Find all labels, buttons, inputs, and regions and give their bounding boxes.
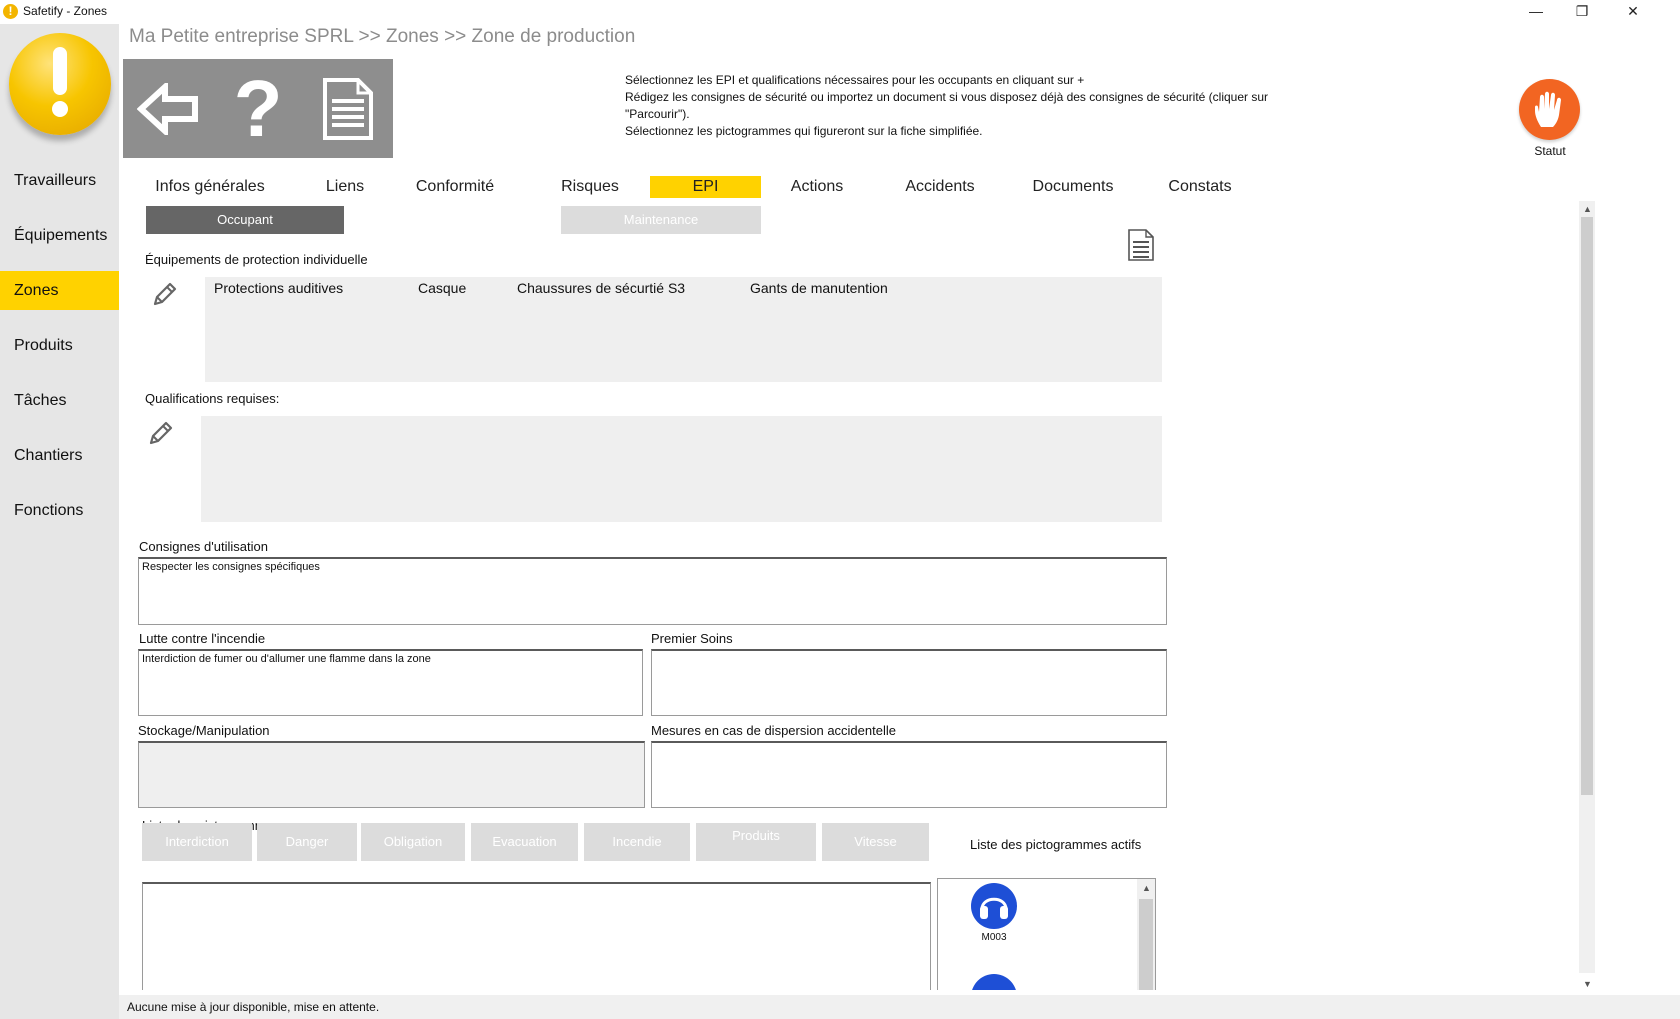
edit-qualifications-pencil-icon[interactable] (148, 420, 174, 446)
scroll-up-icon[interactable]: ▲ (1583, 204, 1592, 214)
question-mark-icon: ? (233, 63, 283, 153)
sidebar-item-fonctions[interactable]: Fonctions (0, 491, 119, 530)
stockage-textarea[interactable] (138, 741, 645, 808)
instruction-line: "Parcourir"). (625, 107, 690, 121)
breadcrumb: Ma Petite entreprise SPRL >> Zones >> Zo… (129, 26, 636, 47)
picto-category-evacuation[interactable]: Evacuation (471, 823, 578, 861)
subtab-occupant[interactable]: Occupant (146, 206, 344, 234)
window-title: Safetify - Zones (23, 4, 108, 18)
epi-item[interactable]: Casque (418, 280, 466, 296)
stockage-label: Stockage/Manipulation (138, 723, 270, 738)
hand-stop-icon (1534, 91, 1561, 127)
active-picto-scrollbar[interactable]: ▲ (1137, 879, 1155, 990)
sidebar-item-equipements[interactable]: Équipements (0, 216, 119, 255)
scroll-up-icon[interactable]: ▲ (1142, 883, 1151, 893)
document-button[interactable] (303, 59, 393, 158)
tab-constats[interactable]: Constats (1155, 176, 1245, 198)
instruction-line: Rédigez les consignes de sécurité ou imp… (625, 90, 1269, 104)
status-label: Statut (1534, 144, 1566, 158)
scroll-down-icon[interactable]: ▼ (1583, 979, 1592, 989)
close-button[interactable]: ✕ (1610, 0, 1656, 22)
soins-label: Premier Soins (651, 631, 733, 646)
consignes-textarea[interactable]: Respecter les consignes spécifiques (138, 557, 1167, 625)
ear-protection-icon[interactable] (971, 883, 1017, 929)
qualifications-title: Qualifications requises: (145, 391, 280, 406)
app-icon: ! (3, 4, 18, 19)
logo-exclamation-dot (52, 101, 68, 117)
dispersion-label: Mesures en cas de dispersion accidentell… (651, 723, 896, 738)
document-icon[interactable] (1128, 229, 1154, 261)
epi-item[interactable]: Gants de manutention (750, 280, 888, 296)
soins-textarea[interactable] (651, 649, 1167, 716)
logo (9, 33, 111, 135)
incendie-textarea[interactable]: Interdiction de fumer ou d'allumer une f… (138, 649, 643, 716)
instruction-line: Sélectionnez les EPI et qualifications n… (625, 73, 1085, 87)
picto-category-interdiction[interactable]: Interdiction (142, 823, 252, 861)
scroll-thumb[interactable] (1139, 899, 1153, 990)
picto-category-obligation[interactable]: Obligation (361, 823, 465, 861)
tab-liens[interactable]: Liens (300, 176, 390, 198)
toolbar: ? (123, 59, 393, 158)
tab-conformite[interactable]: Conformité (400, 176, 510, 198)
consignes-label: Consignes d'utilisation (139, 539, 268, 554)
back-button[interactable] (123, 59, 213, 158)
obligation-picto-icon[interactable] (971, 974, 1017, 990)
tab-documents[interactable]: Documents (1020, 176, 1126, 198)
picto-code: M003 (981, 932, 1007, 943)
sidebar: Travailleurs Équipements Zones Produits … (0, 24, 119, 1019)
tab-infos-generales[interactable]: Infos générales (140, 176, 280, 198)
help-button[interactable]: ? (213, 59, 303, 158)
restore-button[interactable]: ❐ (1559, 0, 1605, 22)
sidebar-item-zones[interactable]: Zones (0, 271, 119, 310)
picto-category-produits[interactable]: Produits (696, 823, 816, 861)
picto-category-danger[interactable]: Danger (257, 823, 357, 861)
epi-item[interactable]: Chaussures de sécurtié S3 (517, 280, 685, 296)
instructions-text: Sélectionnez les EPI et qualifications n… (625, 72, 1305, 140)
title-bar: ! Safetify - Zones — ❐ ✕ (0, 0, 1680, 24)
tab-accidents[interactable]: Accidents (890, 176, 990, 198)
sidebar-item-chantiers[interactable]: Chantiers (0, 436, 119, 475)
epi-item[interactable]: Protections auditives (214, 280, 343, 296)
sidebar-item-taches[interactable]: Tâches (0, 381, 119, 420)
main-scroll-thumb[interactable] (1581, 217, 1593, 795)
document-icon (323, 77, 373, 140)
dispersion-textarea[interactable] (651, 741, 1167, 808)
picto-category-vitesse[interactable]: Vitesse (822, 823, 929, 861)
headphones-icon (980, 897, 1008, 919)
active-pictos-title: Liste des pictogrammes actifs (970, 837, 1142, 852)
status-bar-text: Aucune mise à jour disponible, mise en a… (127, 1000, 380, 1014)
tab-epi[interactable]: EPI (650, 176, 761, 198)
incendie-label: Lutte contre l'incendie (139, 631, 266, 646)
minimize-button[interactable]: — (1513, 0, 1559, 22)
active-picto-list[interactable]: M003 ▲ (937, 878, 1156, 990)
tab-risques[interactable]: Risques (540, 176, 640, 198)
instruction-line: Sélectionnez les pictogrammes qui figure… (625, 124, 983, 138)
sidebar-item-travailleurs[interactable]: Travailleurs (0, 161, 119, 200)
tab-actions[interactable]: Actions (772, 176, 862, 198)
qualifications-list[interactable] (201, 416, 1162, 522)
picto-category-incendie[interactable]: Incendie (584, 823, 690, 861)
picto-list[interactable] (142, 882, 931, 990)
back-arrow-icon (137, 82, 198, 135)
epi-section-title: Équipements de protection individuelle (145, 252, 368, 267)
edit-epi-pencil-icon[interactable] (152, 281, 178, 307)
logo-exclamation-bar (53, 47, 67, 95)
subtab-maintenance[interactable]: Maintenance (561, 206, 761, 234)
sidebar-item-produits[interactable]: Produits (0, 326, 119, 365)
status-button[interactable] (1519, 79, 1580, 140)
